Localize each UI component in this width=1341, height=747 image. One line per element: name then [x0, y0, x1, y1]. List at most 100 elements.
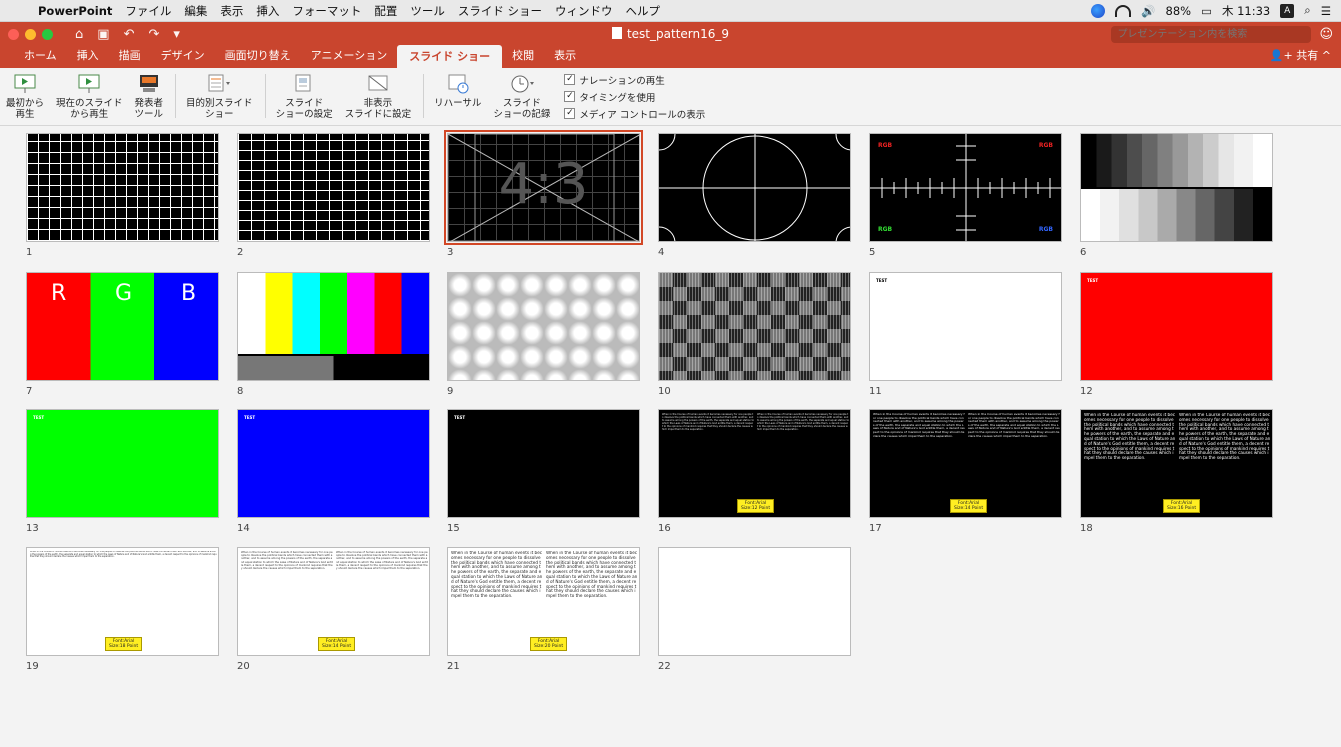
use-timings-checkbox[interactable]: ✓ タイミングを使用 — [564, 89, 705, 104]
slide-thumbnail-13[interactable]: TEST — [26, 409, 219, 518]
slide-thumbnail-9[interactable] — [447, 272, 640, 381]
slide-thumbnail-16[interactable]: When in the Course of human events it be… — [658, 409, 851, 518]
tab-view[interactable]: 表示 — [544, 47, 586, 68]
menu-slideshow[interactable]: スライド ショー — [458, 3, 542, 19]
tab-slideshow[interactable]: スライド ショー — [397, 45, 503, 68]
tab-review[interactable]: 校閲 — [502, 47, 544, 68]
menu-app-name[interactable]: PowerPoint — [38, 4, 112, 18]
slide-number: 8 — [237, 386, 244, 397]
hide-slide-button[interactable]: 非表示 スライドに設定 — [345, 72, 411, 120]
slide-thumbnail-5[interactable]: RGB RGB RGB RGB — [869, 133, 1062, 242]
slide-thumbnail-11[interactable]: TEST — [869, 272, 1062, 381]
slide-thumbnail-18[interactable]: When in the Course of human events it be… — [1080, 409, 1273, 518]
slide-thumbnail-4[interactable] — [658, 133, 851, 242]
slide-thumbnail-10[interactable] — [658, 272, 851, 381]
redo-icon[interactable]: ↷ — [148, 27, 159, 42]
checkmark-icon: ✓ — [564, 108, 576, 119]
slide-thumbnail-7[interactable]: R G B — [26, 272, 219, 381]
clock[interactable]: 木 11:33 — [1222, 3, 1270, 19]
color-bars-base — [238, 356, 429, 380]
setup-slideshow-label: スライド ショーの設定 — [275, 98, 333, 120]
customize-toolbar-icon[interactable]: ▾ — [173, 27, 180, 42]
record-slideshow-button[interactable]: スライド ショーの記録 — [493, 72, 550, 120]
slide-number: 6 — [1080, 247, 1087, 258]
slide-thumbnail-3[interactable]: 4:3 — [444, 130, 643, 245]
setup-slideshow-icon — [290, 72, 318, 96]
battery-percent[interactable]: 88% — [1166, 4, 1192, 18]
notification-center-icon[interactable]: ☰ — [1321, 4, 1331, 18]
home-icon[interactable]: ⌂ — [75, 27, 83, 42]
siri-icon[interactable] — [1091, 3, 1106, 18]
slide-number: 11 — [869, 386, 882, 397]
play-narrations-checkbox[interactable]: ✓ ナレーションの再生 — [564, 72, 705, 87]
slide-thumbnail-20[interactable]: When in the Course of human events it be… — [237, 547, 430, 656]
close-window-button[interactable] — [8, 28, 19, 40]
slide-thumbnail-21[interactable]: When in the Course of human events it be… — [447, 547, 640, 656]
ribbon-toolbar: 最初から 再生 現在のスライド から再生 発表者 ツール 目的別スライド ショー… — [0, 68, 1341, 126]
test-label: TEST — [454, 415, 466, 420]
slide-thumbnail-19[interactable]: When in the Course of human events it be… — [26, 547, 219, 656]
menu-file[interactable]: ファイル — [125, 3, 171, 19]
slide-thumbnail-8[interactable] — [237, 272, 430, 381]
play-from-current-button[interactable]: 現在のスライド から再生 — [56, 72, 123, 120]
slide-thumbnail-12[interactable]: TEST — [1080, 272, 1273, 381]
show-media-controls-checkbox[interactable]: ✓ メディア コントロールの表示 — [564, 106, 705, 121]
custom-slideshow-icon — [205, 72, 233, 96]
tick-scale-pattern — [870, 134, 1061, 241]
menu-format[interactable]: フォーマット — [292, 3, 361, 19]
tab-home[interactable]: ホーム — [14, 47, 67, 68]
tab-animations[interactable]: アニメーション — [301, 47, 398, 68]
battery-icon[interactable]: ▭ — [1201, 4, 1212, 18]
tab-insert[interactable]: 挿入 — [67, 47, 109, 68]
slide-number: 4 — [658, 247, 665, 258]
play-from-start-button[interactable]: 最初から 再生 — [6, 72, 44, 120]
hide-slide-icon — [364, 72, 392, 96]
slide-thumbnail-14[interactable]: TEST — [237, 409, 430, 518]
tab-draw[interactable]: 描画 — [109, 47, 151, 68]
presenter-view-label: 発表者 ツール — [134, 98, 164, 120]
slide-thumbnail-17[interactable]: When in the Course of human events it be… — [869, 409, 1062, 518]
minimize-window-button[interactable] — [25, 28, 36, 40]
test-label: TEST — [876, 278, 888, 283]
setup-slideshow-button[interactable]: スライド ショーの設定 — [276, 72, 333, 120]
menu-help[interactable]: ヘルプ — [626, 3, 661, 19]
window-title-bar: ⌂ ▣ ↶ ↷ ▾ test_pattern16_9 ☺ — [0, 22, 1341, 46]
slide-thumbnail-6[interactable] — [1080, 133, 1273, 242]
menu-tools[interactable]: ツール — [410, 3, 445, 19]
aspect-ratio-text: 4:3 — [498, 152, 589, 217]
volume-icon[interactable]: 🔊 — [1141, 4, 1155, 18]
menu-arrange[interactable]: 配置 — [374, 3, 397, 19]
save-icon[interactable]: ▣ — [97, 27, 109, 42]
grid-pattern — [27, 134, 218, 241]
menu-view[interactable]: 表示 — [220, 3, 243, 19]
checker-pattern — [659, 273, 850, 380]
slide-number: 18 — [1080, 523, 1093, 534]
spotlight-search-icon[interactable]: ⌕ — [1304, 3, 1310, 18]
share-button[interactable]: 👤+ 共有 ^ — [1260, 47, 1341, 68]
presenter-view-button[interactable]: 発表者 ツール — [134, 72, 164, 120]
color-bars — [238, 273, 429, 354]
input-method-indicator[interactable]: A — [1280, 3, 1295, 18]
ribbon-separator — [264, 74, 266, 118]
play-narrations-label: ナレーションの再生 — [579, 75, 665, 87]
wifi-icon[interactable] — [1115, 4, 1132, 17]
menu-window[interactable]: ウィンドウ — [555, 3, 613, 19]
slide-thumbnail-2[interactable] — [237, 133, 430, 242]
menu-insert[interactable]: 挿入 — [256, 3, 279, 19]
rehearse-timings-button[interactable]: リハーサル — [434, 72, 481, 109]
ribbon-separator — [423, 74, 425, 118]
feedback-smiley-icon[interactable]: ☺ — [1319, 27, 1333, 42]
tab-transitions[interactable]: 画面切り替え — [215, 47, 301, 68]
zoom-window-button[interactable] — [42, 28, 53, 40]
custom-slideshow-button[interactable]: 目的別スライド ショー — [186, 72, 253, 120]
menu-edit[interactable]: 編集 — [184, 3, 207, 19]
tab-design[interactable]: デザイン — [151, 47, 215, 68]
font-size-badge: Font:Arial Size:16 Point — [1163, 499, 1201, 513]
rgb-corner-label: RGB — [1038, 142, 1053, 149]
slide-number: 9 — [447, 386, 454, 397]
slide-thumbnail-22[interactable] — [658, 547, 851, 656]
slide-thumbnail-1[interactable] — [26, 133, 219, 242]
undo-icon[interactable]: ↶ — [124, 27, 135, 42]
presentation-search-input[interactable] — [1111, 25, 1312, 43]
slide-thumbnail-15[interactable]: TEST — [447, 409, 640, 518]
